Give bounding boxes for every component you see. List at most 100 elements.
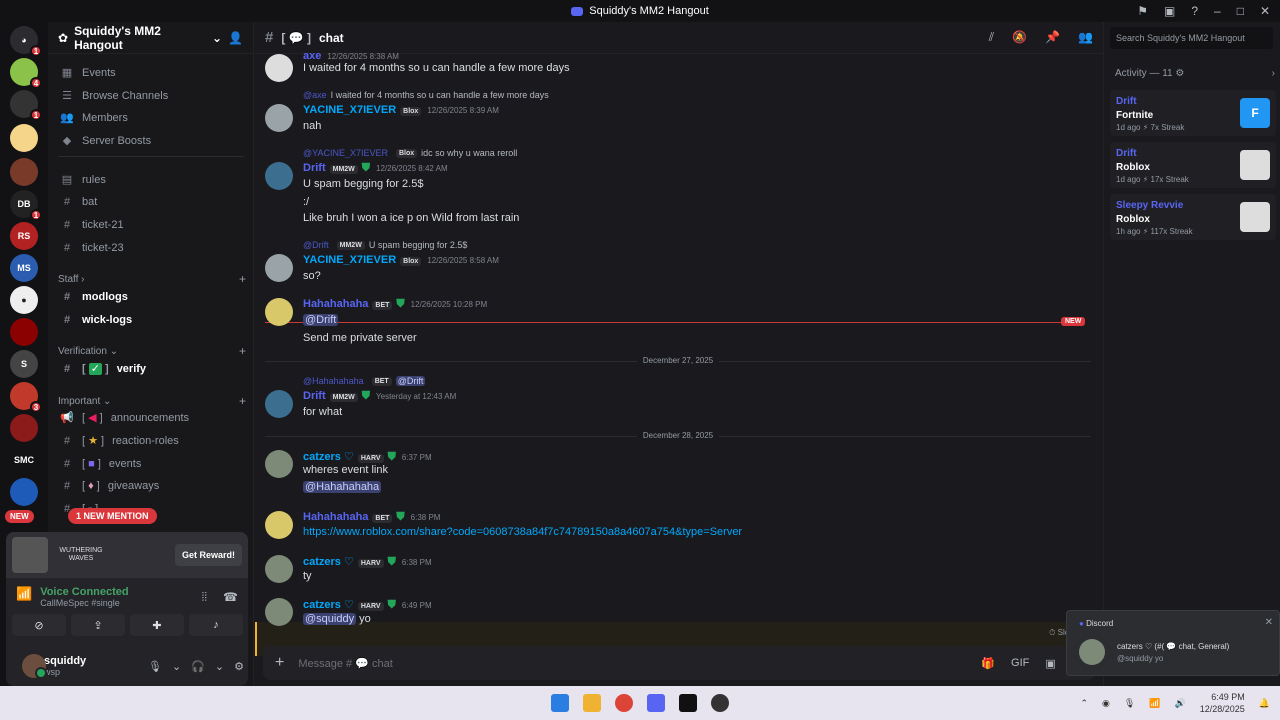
channel-ticket-21[interactable]: # ticket-21: [54, 214, 246, 235]
chevron-down-icon[interactable]: ⌄: [172, 660, 181, 673]
close-icon[interactable]: ✕: [1265, 617, 1273, 628]
avatar[interactable]: [22, 654, 47, 679]
activities-button[interactable]: ✚: [130, 614, 184, 636]
new-mention-pill[interactable]: 1 NEW MENTION: [68, 508, 157, 524]
new-pill[interactable]: NEW: [5, 510, 34, 523]
gear-icon[interactable]: ⚙: [234, 660, 244, 673]
server-icon-active[interactable]: [10, 478, 38, 506]
headphones-icon[interactable]: 🎧: [191, 660, 205, 673]
server-icon[interactable]: [10, 124, 38, 152]
file-explorer-icon[interactable]: [583, 694, 601, 712]
add-channel-icon[interactable]: +: [239, 344, 246, 358]
invite-icon[interactable]: 👤: [228, 31, 243, 45]
server-icon[interactable]: 3: [10, 382, 42, 413]
user-bar[interactable]: squiddy wsp 🎙 ⌄ 🎧 ⌄ ⚙: [12, 650, 244, 682]
user-mention[interactable]: @Drift: [303, 314, 339, 326]
chevron-right-icon[interactable]: ›: [1272, 68, 1275, 79]
disconnect-icon[interactable]: ☎: [223, 590, 238, 605]
channel-verify[interactable]: #[ ✓ ] verify: [54, 358, 246, 379]
noise-suppression-icon[interactable]: ⦙⦙: [202, 590, 207, 605]
microphone-icon[interactable]: 🎙: [148, 660, 162, 673]
camera-off-button[interactable]: ⊘: [12, 614, 66, 636]
server-icon[interactable]: 4: [10, 58, 42, 89]
channel-announcements[interactable]: 📢[ ◀ ] announcements: [54, 407, 246, 428]
activity-card[interactable]: Drift Fortnite 1d ago ⚡ 7x Streak F: [1110, 90, 1276, 136]
activity-card[interactable]: Drift Roblox 1d ago ⚡ 17x Streak: [1110, 142, 1276, 188]
search-input[interactable]: Search Squiddy's MM2 Hangout: [1110, 27, 1273, 49]
notification-bell-icon[interactable]: 🔕: [1012, 30, 1027, 45]
user-mention[interactable]: @squiddy: [303, 613, 357, 625]
channel-bat[interactable]: # bat: [54, 191, 246, 212]
sticker-icon[interactable]: ▣: [1045, 657, 1055, 670]
activity-card[interactable]: Sleepy Revvie Roblox 1h ago ⚡ 117x Strea…: [1110, 194, 1276, 240]
start-icon[interactable]: [551, 694, 569, 712]
add-channel-icon[interactable]: +: [239, 394, 246, 408]
soundboard-button[interactable]: ♪: [189, 614, 243, 636]
help-icon[interactable]: ?: [1191, 4, 1198, 18]
gif-icon[interactable]: GIF: [1011, 657, 1029, 670]
home-button[interactable]: ◕ 1: [10, 26, 42, 57]
gear-icon[interactable]: ⚙: [1175, 68, 1184, 79]
server-icon[interactable]: 1: [10, 90, 42, 121]
roblox-taskbar-icon[interactable]: [711, 694, 729, 712]
desktop-notification[interactable]: ● Discord ✕ catzers ♡ (#( 💬 chat, Genera…: [1066, 610, 1280, 676]
reply-preview[interactable]: @axe I waited for 4 months so u can handl…: [303, 90, 549, 100]
microphone-tray-icon[interactable]: 🎙: [1124, 698, 1135, 709]
server-icon[interactable]: [10, 318, 38, 346]
sidebar-item-events[interactable]: ▦ Events: [54, 62, 246, 83]
channel-giveaways[interactable]: #[ ♦ ] giveaways: [54, 475, 246, 496]
server-icon[interactable]: [10, 414, 38, 442]
pin-icon[interactable]: 📌: [1045, 30, 1060, 45]
server-icon[interactable]: MS: [10, 254, 38, 282]
sidebar-item-browse[interactable]: ☰ Browse Channels: [54, 85, 246, 106]
screen-icon[interactable]: ▣: [1164, 4, 1175, 18]
user-mention[interactable]: @Hahahahaha: [303, 481, 382, 493]
volume-icon[interactable]: 🔊: [1175, 698, 1186, 709]
inbox-icon[interactable]: ⚑: [1137, 4, 1148, 18]
channel-wick-logs[interactable]: # wick-logs: [54, 309, 246, 330]
network-icon[interactable]: ◉: [1102, 698, 1110, 709]
get-reward-button[interactable]: Get Reward!: [174, 544, 242, 566]
reply-preview[interactable]: @YACINE_X7IEVER Blox idc so why u wana rer…: [303, 148, 517, 158]
server-icon[interactable]: ●: [10, 286, 38, 314]
channel-modlogs[interactable]: # modlogs: [54, 286, 246, 307]
activity-header[interactable]: Activity — 11 ⚙ ›: [1115, 68, 1275, 79]
attach-icon[interactable]: +: [275, 654, 284, 672]
sidebar-item-boosts[interactable]: ◆ Server Boosts: [54, 130, 246, 151]
server-icon[interactable]: RS: [10, 222, 38, 250]
chevron-down-icon[interactable]: ⌄: [215, 660, 224, 673]
close-button[interactable]: ✕: [1260, 4, 1270, 18]
channel-rules[interactable]: ▤ rules: [54, 169, 246, 190]
maximize-button[interactable]: □: [1237, 4, 1244, 18]
server-header[interactable]: ✿ Squiddy's MM2 Hangout ⌄ 👤: [48, 22, 253, 54]
promo-banner[interactable]: WUTHERING WAVES Get Reward!: [6, 532, 248, 578]
channel-ticket-23[interactable]: # ticket-23: [54, 237, 246, 258]
gift-icon[interactable]: 🎁: [981, 657, 995, 670]
threads-icon[interactable]: ⫽: [989, 30, 994, 45]
channel-reaction-roles[interactable]: #[ ★ ] reaction-roles: [54, 430, 246, 451]
capcut-icon[interactable]: [679, 694, 697, 712]
message-input[interactable]: Message # 💬 chat: [298, 657, 392, 670]
chrome-icon[interactable]: [615, 694, 633, 712]
sidebar-item-members[interactable]: 👥 Members: [54, 107, 246, 128]
reply-preview[interactable]: @Drift MM2W U spam begging for 2.5$: [303, 240, 467, 250]
category-verification[interactable]: Verification ⌄ +: [58, 344, 246, 358]
screen-share-button[interactable]: ⇪: [71, 614, 125, 636]
wifi-icon[interactable]: 📶: [1149, 698, 1160, 709]
member-list-icon[interactable]: 👥: [1078, 30, 1093, 45]
server-icon[interactable]: [10, 158, 38, 186]
chevron-up-icon[interactable]: ⌃: [1080, 698, 1088, 709]
channel-events[interactable]: #[ ■ ] events: [54, 453, 246, 474]
message-composer[interactable]: + Message # 💬 chat 🎁GIF▣☺: [263, 646, 1095, 680]
discord-taskbar-icon[interactable]: [647, 694, 665, 712]
server-icon[interactable]: SMC: [10, 446, 38, 474]
minimize-button[interactable]: –: [1214, 4, 1221, 18]
category-important[interactable]: Important ⌄ +: [58, 394, 246, 408]
message-link[interactable]: https://www.roblox.com/share?code=060873…: [303, 526, 742, 538]
clock[interactable]: 6:49 PM 12/28/2025: [1200, 691, 1245, 715]
category-staff[interactable]: Staff › +: [58, 272, 246, 286]
server-icon[interactable]: DB 1: [10, 190, 42, 221]
notification-center-icon[interactable]: 🔔: [1259, 698, 1270, 709]
server-icon[interactable]: S: [10, 350, 38, 378]
add-channel-icon[interactable]: +: [239, 272, 246, 286]
